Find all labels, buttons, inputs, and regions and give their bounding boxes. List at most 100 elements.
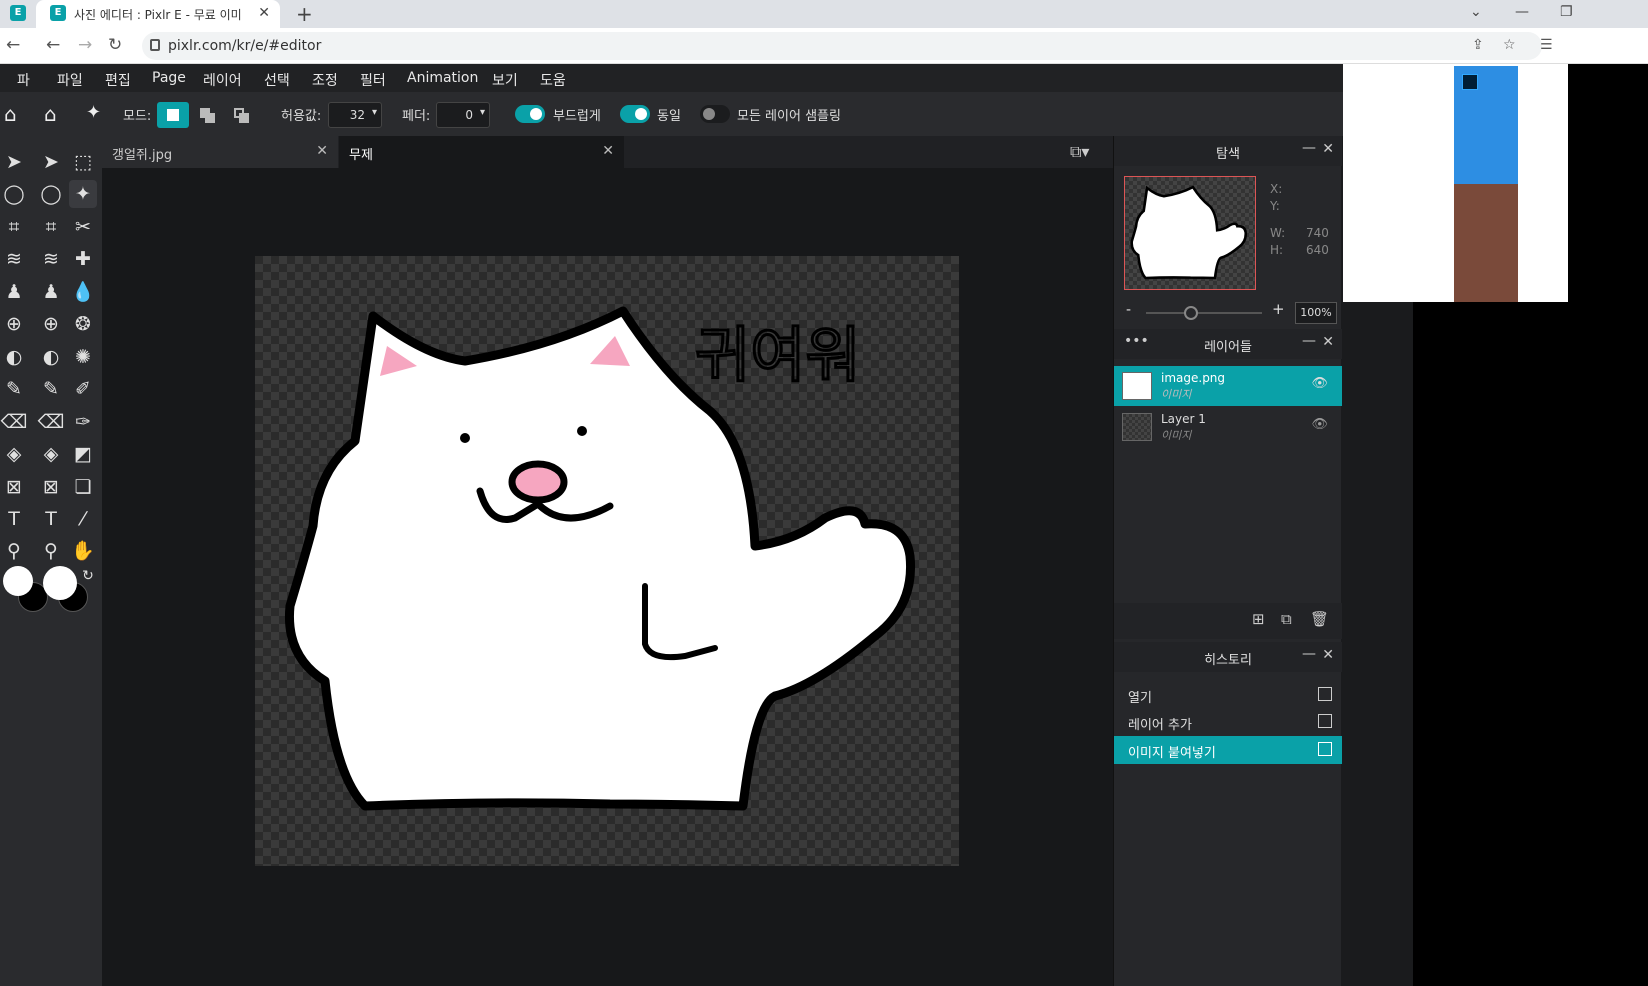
doc-tab-0[interactable]: 갱얼쥐.jpg ✕ [102, 136, 338, 168]
minimize-panel-icon[interactable]: — [1302, 333, 1316, 349]
minimize-panel-icon[interactable]: — [1302, 140, 1316, 156]
fill-tool-icon-2[interactable]: ◈ [37, 440, 65, 468]
magic-wand-tool-icon[interactable]: ✦ [69, 180, 97, 208]
minimize-icon[interactable]: — [1515, 4, 1529, 20]
eraser-tool-icon-2[interactable]: ⌫ [37, 408, 65, 436]
home-icon[interactable]: ⌂ [4, 102, 17, 126]
side-ad[interactable] [1343, 64, 1568, 302]
menu-layer[interactable]: 레이어 [203, 70, 242, 90]
tab-search-icon[interactable]: ⌄ [1470, 4, 1482, 20]
contiguous-toggle[interactable] [620, 105, 650, 123]
close-panel-icon[interactable]: ✕ [1322, 141, 1334, 157]
url-field[interactable]: pixlr.com/kr/e/#editor [142, 32, 1542, 60]
eraser-tool-icon[interactable]: ⌫ [0, 408, 28, 436]
menu-filter[interactable]: 필터 [360, 70, 386, 90]
history-item-add-layer[interactable]: 레이어 추가 [1114, 708, 1342, 736]
pinned-tab-icon[interactable]: E [10, 5, 26, 21]
forward-icon[interactable]: → [78, 35, 92, 55]
heal-tool-icon[interactable]: ✚ [69, 245, 97, 273]
menu-logo[interactable]: 파 [17, 70, 30, 90]
swap-colors-icon[interactable]: ↻ [74, 562, 102, 590]
zoom-slider-handle[interactable] [1184, 306, 1198, 320]
window-arrange-icon[interactable]: ⧉▾ [1070, 142, 1089, 162]
pencil-tool-icon[interactable]: ✎ [0, 375, 28, 403]
zoom-tool-icon[interactable]: ⚲ [0, 537, 28, 565]
gradient-tool-icon[interactable]: ◩ [69, 440, 97, 468]
sample-all-toggle[interactable] [700, 105, 730, 123]
doc-tab-1[interactable]: 무제 ✕ [339, 136, 624, 168]
zoom-in-button[interactable]: + [1272, 300, 1285, 318]
reading-list-icon[interactable]: ☰ [1540, 37, 1553, 53]
menu-select[interactable]: 선택 [264, 70, 290, 90]
liquify-tool-icon[interactable]: ≋ [0, 245, 28, 273]
zoom-tool-icon-2[interactable]: ⚲ [37, 537, 65, 565]
home-icon-2[interactable]: ⌂ [44, 102, 57, 126]
text-tool-icon[interactable]: T [0, 505, 28, 533]
sponge-tool-icon[interactable]: ⊕ [0, 310, 28, 338]
menu-page[interactable]: Page [152, 70, 186, 86]
menu-view[interactable]: 보기 [492, 70, 518, 90]
dodge-tool-icon-2[interactable]: ◐ [37, 343, 65, 371]
crop-tool-icon[interactable]: ⌗ [0, 213, 28, 241]
zoom-out-button[interactable]: - [1126, 302, 1131, 318]
canvas-area[interactable]: 귀여워 [102, 168, 1113, 986]
back-icon-2[interactable]: ← [46, 35, 60, 55]
shape-tool-icon-2[interactable]: ⊠ [37, 473, 65, 501]
layer-row-image-png[interactable]: image.png 이미지 👁 [1114, 366, 1342, 406]
color-replace-tool-icon[interactable]: ✺ [69, 343, 97, 371]
hand-tool-icon[interactable]: ✋ [69, 537, 97, 565]
cutout-tool-icon[interactable]: ✂ [69, 213, 97, 241]
lasso-tool-icon-2[interactable]: ◯ [37, 180, 65, 208]
pencil-tool-icon-2[interactable]: ✎ [37, 375, 65, 403]
text-tool-icon-2[interactable]: T [37, 505, 65, 533]
browser-tab-active[interactable]: E 사진 에디터 : Pixlr E - 무료 이미 ✕ [36, 0, 280, 28]
mode-subtract-button[interactable] [225, 102, 257, 128]
spray-tool-icon[interactable]: ✑ [69, 408, 97, 436]
foreground-color-swatch-2[interactable] [43, 566, 77, 600]
feather-input[interactable]: 0 [436, 102, 490, 128]
mode-new-button[interactable] [157, 102, 189, 128]
clone-tool-icon[interactable]: ♟ [0, 278, 28, 306]
arrange-tool-icon-2[interactable]: ➤ [37, 148, 65, 176]
marquee-tool-icon[interactable]: ⬚ [69, 148, 97, 176]
image-canvas[interactable]: 귀여워 [255, 256, 959, 866]
visibility-eye-icon[interactable]: 👁 [1311, 417, 1328, 432]
navigator-thumbnail[interactable] [1124, 176, 1256, 290]
layer-row-layer-1[interactable]: Layer 1 이미지 👁 [1114, 407, 1342, 447]
close-panel-icon[interactable]: ✕ [1322, 334, 1334, 350]
sponge-tool-icon-2[interactable]: ⊕ [37, 310, 65, 338]
menu-edit[interactable]: 편집 [105, 70, 131, 90]
eyedropper-tool-icon[interactable]: ⁄ [69, 505, 97, 533]
crop-tool-icon-2[interactable]: ⌗ [37, 213, 65, 241]
foreground-color-swatch[interactable] [3, 566, 33, 596]
zoom-slider-track[interactable] [1146, 312, 1262, 314]
arrange-tool-icon[interactable]: ➤ [0, 148, 28, 176]
brush-tool-icon[interactable]: ✐ [69, 375, 97, 403]
blur-tool-icon[interactable]: 💧 [69, 278, 97, 306]
history-item-paste-image[interactable]: 이미지 붙여넣기 [1114, 736, 1342, 764]
zoom-value-field[interactable]: 100% [1295, 302, 1337, 324]
menu-help[interactable]: 도움 [540, 70, 566, 90]
close-tab-icon[interactable]: ✕ [316, 143, 328, 159]
shape-tool-icon[interactable]: ⊠ [0, 473, 28, 501]
clone-tool-icon-2[interactable]: ♟ [37, 278, 65, 306]
smooth-toggle[interactable] [515, 105, 545, 123]
menu-animation[interactable]: Animation [407, 70, 478, 86]
minimize-panel-icon[interactable]: — [1302, 646, 1316, 662]
close-tab-icon[interactable]: ✕ [602, 143, 614, 159]
liquify-tool-icon-2[interactable]: ≋ [37, 245, 65, 273]
back-icon[interactable]: ← [6, 35, 20, 55]
add-layer-icon[interactable]: ⊞ [1252, 610, 1265, 628]
share-icon[interactable]: ⇪ [1472, 37, 1484, 53]
visibility-eye-icon[interactable]: 👁 [1311, 376, 1328, 391]
tab-close-icon[interactable]: ✕ [258, 5, 270, 21]
new-tab-icon[interactable]: + [296, 2, 313, 26]
menu-adjust[interactable]: 조정 [312, 70, 338, 90]
reload-icon[interactable]: ↻ [108, 35, 122, 55]
mode-add-button[interactable] [191, 102, 223, 128]
pixelate-tool-icon[interactable]: ❂ [69, 310, 97, 338]
lasso-tool-icon[interactable]: ◯ [0, 180, 28, 208]
history-item-open[interactable]: 열기 [1114, 681, 1342, 709]
element-tool-icon[interactable]: ❏ [69, 473, 97, 501]
delete-layer-icon[interactable]: 🗑 [1310, 610, 1329, 628]
